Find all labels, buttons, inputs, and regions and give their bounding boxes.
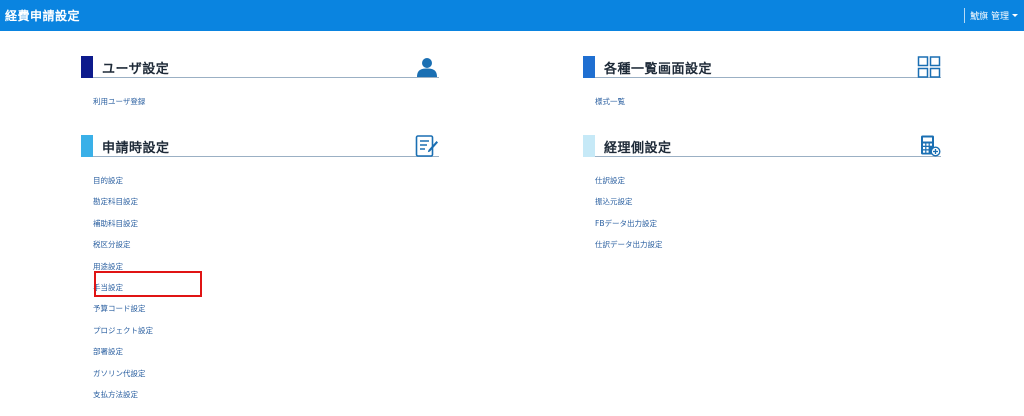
link-fb-data-output-settings[interactable]: FBデータ出力設定 <box>595 219 657 228</box>
link-list: 仕訳設定 振込元設定 FBデータ出力設定 仕訳データ出力設定 <box>595 167 663 253</box>
section-user-settings: ユーザ設定 利用ユーザ登録 <box>81 56 439 106</box>
link-user-registration[interactable]: 利用ユーザ登録 <box>93 97 145 106</box>
list-item: プロジェクト設定 <box>93 317 153 338</box>
link-allowance-settings[interactable]: 手当設定 <box>93 283 123 292</box>
section-title: 申請時設定 <box>102 141 170 156</box>
section-header: 申請時設定 <box>81 135 439 157</box>
list-item: 利用ユーザ登録 <box>93 88 145 109</box>
calculator-icon <box>917 135 941 157</box>
link-tax-category-settings[interactable]: 税区分設定 <box>93 240 131 249</box>
section-accent-bar <box>81 135 93 157</box>
list-item: 様式一覧 <box>595 88 625 109</box>
link-list: 利用ユーザ登録 <box>93 88 145 109</box>
section-accent-bar <box>583 135 595 157</box>
user-menu[interactable]: 鯱旗 管理 <box>964 8 1018 23</box>
section-title: 経理側設定 <box>604 141 672 156</box>
section-accent-bar <box>583 56 595 78</box>
link-project-settings[interactable]: プロジェクト設定 <box>93 326 153 335</box>
list-item: 予算コード設定 <box>93 295 153 316</box>
list-item: 仕訳設定 <box>595 167 663 188</box>
link-budget-code-settings[interactable]: 予算コード設定 <box>93 304 146 313</box>
section-accounting-settings: 経理側設定 仕訳設定 振込元設定 FBデータ出力設定 仕訳データ出力設定 <box>583 135 941 249</box>
list-item: 税区分設定 <box>93 231 153 252</box>
list-item: FBデータ出力設定 <box>595 210 663 231</box>
section-header: 経理側設定 <box>583 135 941 157</box>
link-transfer-source-settings[interactable]: 振込元設定 <box>595 197 633 206</box>
link-usage-settings[interactable]: 用途設定 <box>93 262 123 271</box>
section-header: ユーザ設定 <box>81 56 439 78</box>
section-title: 各種一覧画面設定 <box>604 62 713 77</box>
app-title: 経費申請設定 <box>5 9 81 23</box>
grid-icon <box>917 56 941 78</box>
list-item: 仕訳データ出力設定 <box>595 231 663 252</box>
list-item: ガソリン代設定 <box>93 360 153 381</box>
list-item: 振込元設定 <box>595 188 663 209</box>
caret-down-icon <box>1012 14 1018 17</box>
section-application-settings: 申請時設定 目的設定 勘定科目設定 補助科目設定 税区分設定 用途設定 手当設定… <box>81 135 439 399</box>
link-account-settings[interactable]: 勘定科目設定 <box>93 197 138 206</box>
section-title: ユーザ設定 <box>102 62 170 77</box>
section-list-settings: 各種一覧画面設定 様式一覧 <box>583 56 941 106</box>
section-header: 各種一覧画面設定 <box>583 56 941 78</box>
link-journal-data-output-settings[interactable]: 仕訳データ出力設定 <box>595 240 663 249</box>
link-department-settings[interactable]: 部署設定 <box>93 347 123 356</box>
link-form-list[interactable]: 様式一覧 <box>595 97 625 106</box>
link-gasoline-settings[interactable]: ガソリン代設定 <box>93 369 146 378</box>
link-journal-settings[interactable]: 仕訳設定 <box>595 176 625 185</box>
edit-form-icon <box>415 135 439 157</box>
list-item: 補助科目設定 <box>93 210 153 231</box>
app-header: 経費申請設定 鯱旗 管理 <box>0 0 1024 31</box>
person-icon <box>415 56 439 78</box>
link-list: 目的設定 勘定科目設定 補助科目設定 税区分設定 用途設定 手当設定 予算コード… <box>93 167 153 402</box>
link-payment-method-settings[interactable]: 支払方法設定 <box>93 390 138 399</box>
link-list: 様式一覧 <box>595 88 625 109</box>
list-item: 用途設定 <box>93 253 153 274</box>
link-purpose-settings[interactable]: 目的設定 <box>93 176 123 185</box>
section-accent-bar <box>81 56 93 78</box>
list-item: 支払方法設定 <box>93 381 153 402</box>
list-item: 目的設定 <box>93 167 153 188</box>
link-sub-account-settings[interactable]: 補助科目設定 <box>93 219 138 228</box>
list-item: 勘定科目設定 <box>93 188 153 209</box>
user-name: 鯱旗 管理 <box>970 12 1009 22</box>
list-item: 手当設定 <box>93 274 153 295</box>
list-item: 部署設定 <box>93 338 153 359</box>
